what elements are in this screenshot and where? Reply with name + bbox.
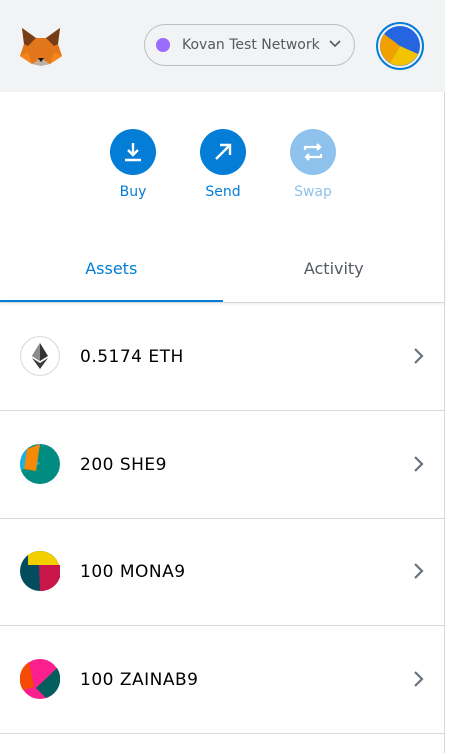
asset-balance: 100 MONA9 [80,561,186,582]
asset-row-eth[interactable]: 0.5174 ETH [0,303,445,411]
tab-assets[interactable]: Assets [0,240,223,302]
network-status-dot [156,38,170,52]
asset-balance: 200 SHE9 [80,454,167,475]
asset-row-she9[interactable]: 200 SHE9 [0,411,445,519]
zainab9-token-icon [20,659,60,699]
network-selector[interactable]: Kovan Test Network [144,24,355,66]
swap-button[interactable]: Swap [268,129,358,200]
swap-label: Swap [294,184,332,200]
buy-label: Buy [119,184,147,200]
chevron-right-icon [414,563,424,579]
chevron-right-icon [414,348,424,364]
account-identicon-icon [380,26,420,66]
asset-balance: 0.5174 ETH [80,346,184,367]
asset-balance: 100 ZAINAB9 [80,669,199,690]
mona9-token-icon [20,551,60,591]
buy-button[interactable]: Buy [88,129,178,200]
send-label: Send [205,184,241,200]
arrow-up-right-icon [215,143,232,160]
chevron-down-icon [329,40,341,48]
swap-icon [303,143,323,161]
send-button[interactable]: Send [178,129,268,200]
network-label: Kovan Test Network [182,37,320,53]
tab-bar: Assets Activity [0,240,445,303]
tab-activity[interactable]: Activity [223,240,446,302]
chevron-right-icon [414,671,424,687]
chevron-right-icon [414,456,424,472]
eth-token-icon [20,336,60,376]
download-icon [125,143,141,162]
asset-row-mona9[interactable]: 100 MONA9 [0,518,445,626]
she9-token-icon [20,444,60,484]
asset-row-zainab9[interactable]: 100 ZAINAB9 [0,626,445,734]
metamask-fox-logo[interactable] [20,26,62,66]
account-avatar[interactable] [376,22,424,70]
app-header: Kovan Test Network [0,0,445,92]
